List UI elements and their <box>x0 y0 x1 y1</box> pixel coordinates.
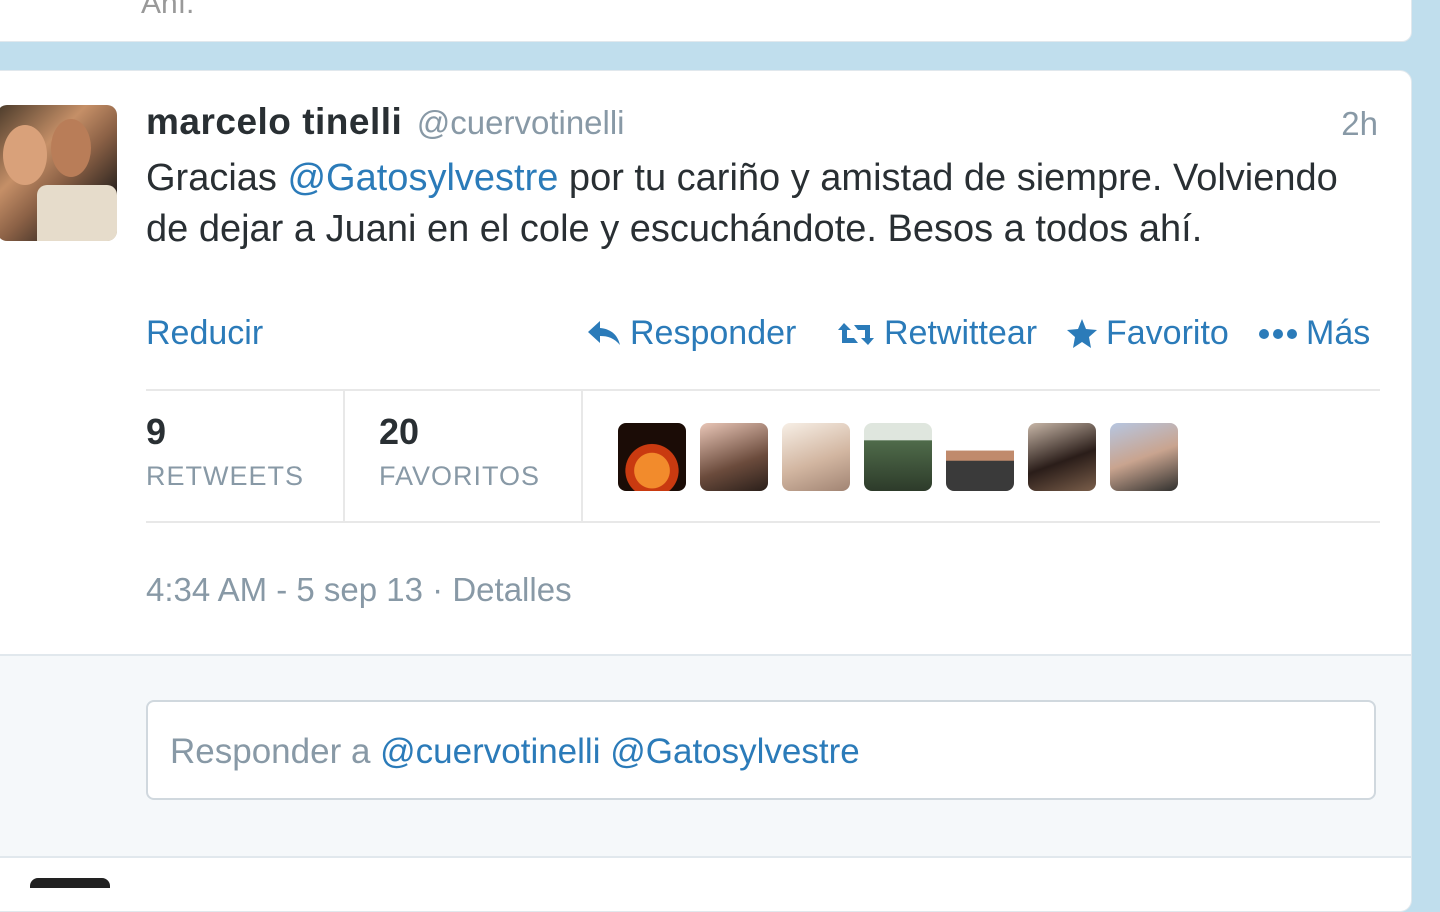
reply-placeholder: Responder a <box>170 732 381 771</box>
reply-button[interactable]: Responder <box>586 314 796 353</box>
reply-mention: @Gatosylvestre <box>610 732 860 771</box>
favoriter-avatar[interactable] <box>618 423 686 491</box>
next-tweet-avatar <box>30 878 110 888</box>
retweets-stat[interactable]: 9 RETWEETS <box>146 401 304 521</box>
favoriter-avatar[interactable] <box>782 423 850 491</box>
tweet-header: marcelo tinelli @cuervotinelli 2h <box>146 101 1378 145</box>
retweets-label: RETWEETS <box>146 461 305 491</box>
author-avatar[interactable] <box>0 105 117 241</box>
expanded-tweet-card[interactable]: marcelo tinelli @cuervotinelli 2h Gracia… <box>0 70 1412 912</box>
collapse-link[interactable]: Reducir <box>146 314 263 353</box>
tweet-text: Gracias @Gatosylvestre por tu cariño y a… <box>146 153 1386 255</box>
details-link[interactable]: Detalles <box>452 571 571 608</box>
tweet-text-part: Gracias <box>146 157 288 199</box>
star-icon <box>1067 318 1097 348</box>
favorites-count: 20 <box>379 411 420 452</box>
previous-tweet-text: Ahí. <box>141 0 195 20</box>
favoriter-avatars <box>618 423 1178 491</box>
timestamp-text: 4:34 AM - 5 sep 13 <box>146 571 424 608</box>
reply-mention: @cuervotinelli <box>380 732 601 771</box>
author-handle[interactable]: @cuervotinelli <box>417 104 625 141</box>
reply-label: Responder <box>630 314 797 352</box>
stats-divider-top <box>146 389 1380 391</box>
retweet-label: Retwittear <box>884 314 1038 352</box>
author-name[interactable]: marcelo tinelli <box>146 101 402 142</box>
favorites-label: FAVORITOS <box>379 461 541 491</box>
favorite-button[interactable]: Favorito <box>1066 314 1229 353</box>
retweet-icon <box>838 322 874 345</box>
previous-tweet-card: Ahí. <box>0 0 1412 42</box>
more-dots-icon <box>1259 328 1297 339</box>
favoriter-avatar[interactable] <box>864 423 932 491</box>
tweet-mention-link[interactable]: @Gatosylvestre <box>287 157 558 199</box>
reply-arrow-icon <box>588 320 620 345</box>
favoriter-avatar[interactable] <box>1028 423 1096 491</box>
favorites-stat[interactable]: 20 FAVORITOS <box>379 401 540 521</box>
favoriter-avatar[interactable] <box>700 423 768 491</box>
tweet-time-ago[interactable]: 2h <box>1341 105 1378 143</box>
tweet-actions: Reducir Responder Retwittear Favorito Má… <box>146 314 1378 358</box>
tweet-timestamp: 4:34 AM - 5 sep 13 · Detalles <box>146 571 572 609</box>
stats-divider <box>581 391 583 521</box>
favoriter-avatar[interactable] <box>946 423 1014 491</box>
stats-divider-bottom <box>146 521 1380 523</box>
retweets-count: 9 <box>146 411 167 452</box>
reply-input[interactable]: Responder a @cuervotinelli @Gatosylvestr… <box>146 700 1376 800</box>
timestamp-separator: · <box>423 571 453 608</box>
reply-area: Responder a @cuervotinelli @Gatosylvestr… <box>0 654 1411 858</box>
favorite-label: Favorito <box>1106 314 1229 352</box>
retweet-button[interactable]: Retwittear <box>836 314 1037 353</box>
more-label: Más <box>1306 314 1371 352</box>
more-button[interactable]: Más <box>1258 314 1370 353</box>
favoriter-avatar[interactable] <box>1110 423 1178 491</box>
stats-divider <box>343 391 345 521</box>
